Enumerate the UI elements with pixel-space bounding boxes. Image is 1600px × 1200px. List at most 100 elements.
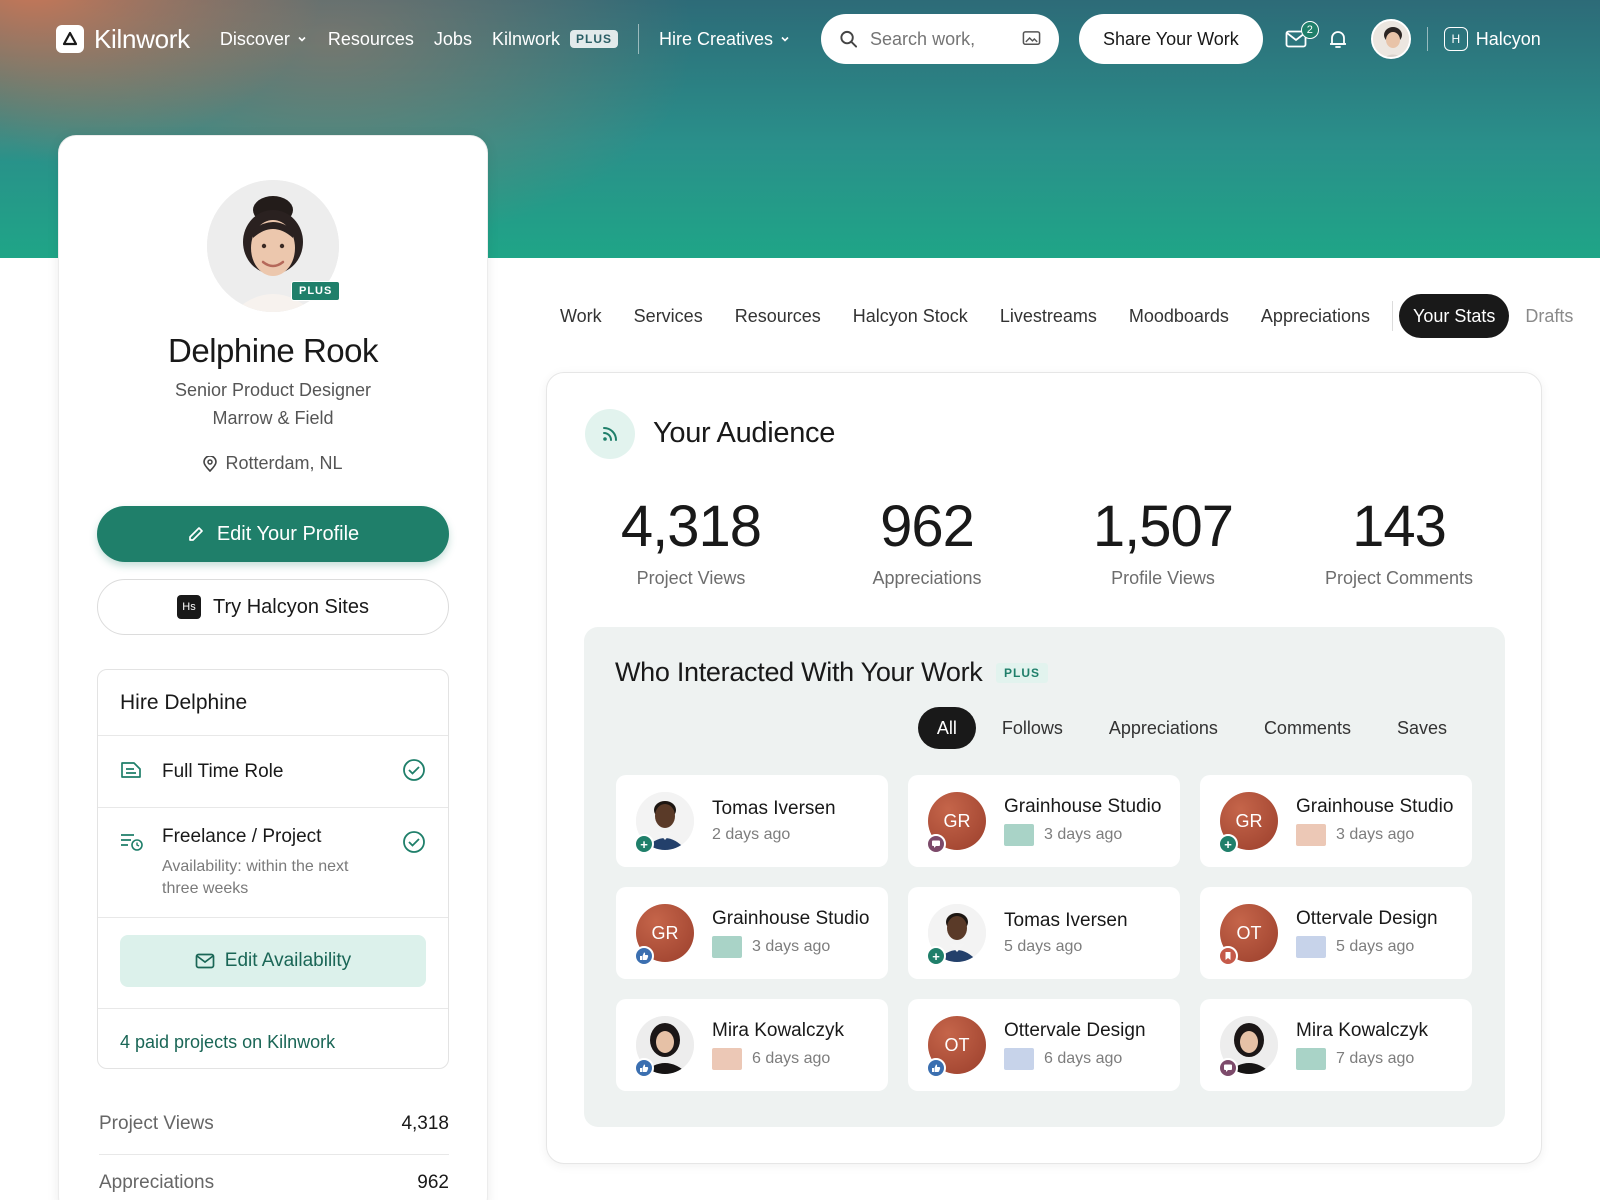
nav-kilnwork-plus[interactable]: Kilnwork PLUS <box>492 29 618 50</box>
filter-saves[interactable]: Saves <box>1377 707 1467 749</box>
image-search-icon[interactable] <box>1022 30 1041 48</box>
interaction-name[interactable]: Grainhouse Studio <box>1296 796 1453 818</box>
interaction-avatar[interactable]: GR + <box>1218 792 1278 854</box>
interaction-card[interactable]: + Tomas Iversen 2 days ago <box>616 775 888 867</box>
check-circle-icon <box>402 830 426 859</box>
plus-badge: PLUS <box>291 281 341 301</box>
interaction-name[interactable]: Grainhouse Studio <box>1004 796 1161 818</box>
interaction-avatar[interactable]: GR <box>634 904 694 966</box>
filter-follows[interactable]: Follows <box>982 707 1083 749</box>
divider <box>98 1008 448 1009</box>
interaction-card[interactable]: OT Ottervale Design 5 days ago <box>1200 887 1472 979</box>
interaction-card[interactable]: GR + Grainhouse Studio 3 days ago <box>1200 775 1472 867</box>
stat-value: 4,318 <box>620 494 762 559</box>
follow-badge-icon: + <box>1218 834 1238 854</box>
tab-resources[interactable]: Resources <box>719 294 837 338</box>
project-thumbnail[interactable] <box>1296 936 1326 958</box>
profile-location: Rotterdam, NL <box>59 453 487 474</box>
interaction-card[interactable]: Mira Kowalczyk 7 days ago <box>1200 999 1472 1091</box>
brand-logo[interactable]: Kilnwork <box>56 24 190 55</box>
project-thumbnail[interactable] <box>712 1048 742 1070</box>
audience-title: Your Audience <box>653 417 836 449</box>
interaction-text: Mira Kowalczyk 7 days ago <box>1296 1020 1428 1070</box>
interaction-avatar[interactable] <box>634 1016 694 1078</box>
rss-icon <box>585 409 635 459</box>
audience-panel: Your Audience 4,318 Project Views 962 Ap… <box>546 372 1542 1164</box>
interaction-time: 3 days ago <box>1044 826 1123 843</box>
side-stat-label: Appreciations <box>99 1172 215 1193</box>
tab-halcyon-stock[interactable]: Halcyon Stock <box>837 294 984 338</box>
freelance-availability: Availability: within the next three week… <box>162 858 349 897</box>
org-switcher[interactable]: H Halcyon <box>1426 27 1541 51</box>
edit-availability-button[interactable]: Edit Availability <box>120 935 426 987</box>
edit-profile-button[interactable]: Edit Your Profile <box>97 506 449 562</box>
interaction-name[interactable]: Ottervale Design <box>1296 908 1438 930</box>
edit-profile-label: Edit Your Profile <box>216 522 360 545</box>
freelance-label: Freelance / Project <box>162 826 322 847</box>
tab-drafts[interactable]: Drafts <box>1509 294 1589 338</box>
share-work-button[interactable]: Share Your Work <box>1079 14 1263 64</box>
interaction-name[interactable]: Ottervale Design <box>1004 1020 1146 1042</box>
appreciate-badge-icon <box>634 1058 654 1078</box>
avatar-initials: OT <box>1236 922 1262 943</box>
paid-projects-link[interactable]: 4 paid projects on Kilnwork <box>120 1032 335 1053</box>
tab-work[interactable]: Work <box>544 294 618 338</box>
interaction-text: Grainhouse Studio 3 days ago <box>712 908 869 958</box>
interaction-card[interactable]: GR Grainhouse Studio 3 days ago <box>908 775 1180 867</box>
nav-discover[interactable]: Discover <box>220 29 308 50</box>
user-avatar[interactable] <box>1370 19 1411 59</box>
interaction-card[interactable]: Mira Kowalczyk 6 days ago <box>616 999 888 1091</box>
filter-all[interactable]: All <box>917 707 976 749</box>
follow-badge-icon: + <box>634 834 654 854</box>
try-sites-button[interactable]: Hs Try Halcyon Sites <box>97 579 449 635</box>
project-thumbnail[interactable] <box>1004 824 1034 846</box>
tab-livestreams[interactable]: Livestreams <box>984 294 1113 338</box>
divider <box>99 1154 449 1155</box>
notifications-button[interactable] <box>1329 29 1347 49</box>
interaction-avatar[interactable]: OT <box>1218 904 1278 966</box>
stat-label: Project Views <box>636 568 746 588</box>
nav-resources[interactable]: Resources <box>328 29 414 50</box>
tab-appreciations[interactable]: Appreciations <box>1245 294 1386 338</box>
interaction-meta: 3 days ago <box>712 936 869 958</box>
side-stat-project-views: Project Views 4,318 <box>99 1113 449 1135</box>
tab-services[interactable]: Services <box>618 294 719 338</box>
project-thumbnail[interactable] <box>1004 1048 1034 1070</box>
project-thumbnail[interactable] <box>1296 824 1326 846</box>
interaction-name[interactable]: Tomas Iversen <box>1004 910 1128 932</box>
interaction-grid: + Tomas Iversen 2 days ago GR Grainhouse Stu… <box>616 775 1474 1091</box>
messages-button[interactable]: 2 <box>1285 21 1319 48</box>
interaction-name[interactable]: Grainhouse Studio <box>712 908 869 930</box>
interaction-avatar[interactable]: + <box>634 792 694 854</box>
interaction-avatar[interactable] <box>1218 1016 1278 1078</box>
nav-hire-creatives[interactable]: Hire Creatives <box>659 29 791 50</box>
org-name: Halcyon <box>1475 28 1541 49</box>
interaction-card[interactable]: GR Grainhouse Studio 3 days ago <box>616 887 888 979</box>
tab-moodboards[interactable]: Moodboards <box>1113 294 1245 338</box>
profile-company[interactable]: Marrow & Field <box>59 408 487 429</box>
interaction-avatar[interactable]: GR <box>926 792 986 854</box>
project-thumbnail[interactable] <box>712 936 742 958</box>
search-bar[interactable] <box>821 14 1060 64</box>
interaction-name[interactable]: Tomas Iversen <box>712 798 836 820</box>
interaction-name[interactable]: Mira Kowalczyk <box>712 1020 844 1042</box>
plus-badge: PLUS <box>569 30 618 48</box>
nav-discover-label: Discover <box>219 28 290 49</box>
full-time-option[interactable]: Full Time Role <box>98 736 448 808</box>
interaction-card[interactable]: OT Ottervale Design 6 days ago <box>908 999 1180 1091</box>
filter-comments[interactable]: Comments <box>1244 707 1371 749</box>
interaction-meta: 5 days ago <box>1296 936 1438 958</box>
project-thumbnail[interactable] <box>1296 1048 1326 1070</box>
interaction-meta: 2 days ago <box>712 826 836 844</box>
tab-divider <box>1392 301 1393 331</box>
avatar-initials: GR <box>651 922 679 943</box>
tab-your-stats[interactable]: Your Stats <box>1399 294 1510 338</box>
search-input[interactable] <box>870 28 1011 50</box>
interaction-name[interactable]: Mira Kowalczyk <box>1296 1020 1428 1042</box>
interaction-avatar[interactable]: + <box>926 904 986 966</box>
interaction-card[interactable]: + Tomas Iversen 5 days ago <box>908 887 1180 979</box>
filter-appreciations[interactable]: Appreciations <box>1089 707 1238 749</box>
nav-jobs[interactable]: Jobs <box>434 29 472 50</box>
interaction-avatar[interactable]: OT <box>926 1016 986 1078</box>
freelance-option[interactable]: Freelance / Project Availability: within… <box>98 808 448 918</box>
